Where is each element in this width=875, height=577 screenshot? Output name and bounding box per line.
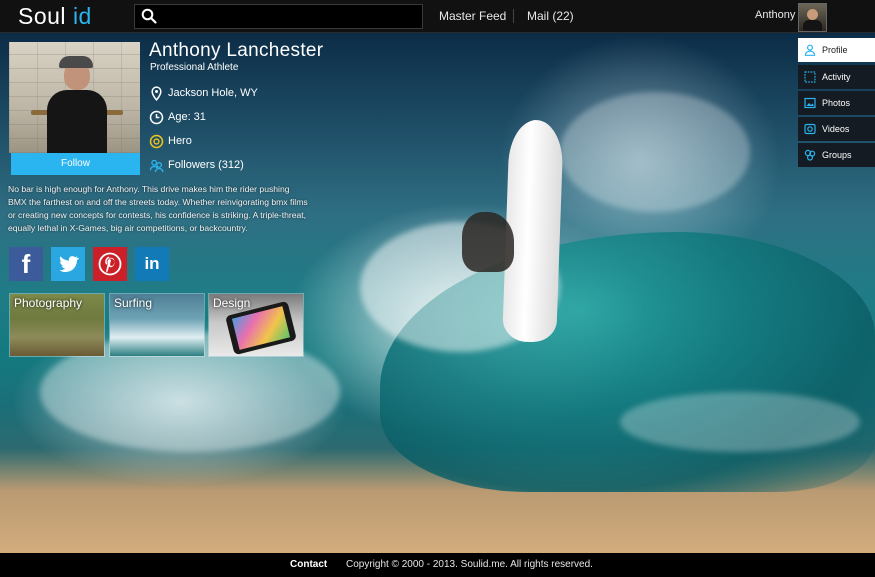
location-row: Jackson Hole, WY xyxy=(149,84,258,102)
age-text: Age: 31 xyxy=(168,111,206,123)
interest-label: Photography xyxy=(14,296,83,310)
interest-design[interactable]: Design xyxy=(208,293,304,357)
side-item-label: Profile xyxy=(822,45,848,55)
surfer xyxy=(462,212,514,272)
photos-icon xyxy=(804,97,816,109)
user-name[interactable]: Anthony xyxy=(755,9,795,21)
side-item-groups[interactable]: Groups xyxy=(798,143,875,167)
nav-master-feed[interactable]: Master Feed xyxy=(439,9,506,23)
rank-badge-icon xyxy=(149,134,164,148)
nav-divider xyxy=(513,9,514,23)
profile-photo xyxy=(9,42,140,153)
photo-cap xyxy=(59,56,93,68)
profile-role: Professional Athlete xyxy=(150,62,239,73)
avatar-body xyxy=(803,20,822,31)
side-item-label: Videos xyxy=(822,124,850,134)
rank-text: Hero xyxy=(168,135,192,147)
interest-label: Design xyxy=(213,296,251,310)
profile-bio: No bar is high enough for Anthony. This … xyxy=(8,184,308,233)
contact-link[interactable]: Contact xyxy=(290,559,327,570)
spray xyxy=(560,92,750,212)
side-item-profile[interactable]: Profile xyxy=(798,38,875,62)
search-bar[interactable] xyxy=(134,4,423,29)
copyright-text: Copyright © 2000 - 2013. Soulid.me. All … xyxy=(346,559,593,570)
facebook-button[interactable]: f xyxy=(9,247,43,281)
location-pin-icon xyxy=(151,85,162,101)
spray xyxy=(620,392,860,452)
avatar[interactable] xyxy=(798,3,827,32)
interest-photography[interactable]: Photography xyxy=(9,293,105,357)
linkedin-icon: in xyxy=(144,254,160,273)
side-item-activity[interactable]: Activity xyxy=(798,65,875,89)
groups-icon xyxy=(804,149,816,161)
side-item-label: Groups xyxy=(822,150,852,160)
avatar-head xyxy=(807,9,818,20)
linkedin-button[interactable]: in xyxy=(135,247,169,281)
side-item-photos[interactable]: Photos xyxy=(798,91,875,115)
followers-text: Followers (312) xyxy=(168,159,244,171)
facebook-icon: f xyxy=(21,248,31,279)
logo-text-soul: Soul xyxy=(18,3,67,29)
videos-icon xyxy=(804,123,816,135)
photo-body xyxy=(47,90,107,153)
pinterest-button[interactable] xyxy=(93,247,127,281)
pinterest-icon xyxy=(98,252,122,276)
user-icon xyxy=(804,44,816,56)
profile-name: Anthony Lanchester xyxy=(149,40,324,61)
side-item-videos[interactable]: Videos xyxy=(798,117,875,141)
followers-icon xyxy=(149,159,164,172)
twitter-button[interactable] xyxy=(51,247,85,281)
interest-label: Surfing xyxy=(114,296,153,310)
logo-text-id: id xyxy=(72,3,92,29)
top-bar: Soul id Master Feed Mail (22) Anthony xyxy=(0,0,875,33)
phone-screen xyxy=(231,306,291,350)
twitter-icon xyxy=(59,256,79,272)
activity-icon xyxy=(804,71,816,83)
followers-row[interactable]: Followers (312) xyxy=(149,156,244,174)
clock-icon xyxy=(149,110,164,124)
search-icon[interactable] xyxy=(141,8,157,24)
rank-row: Hero xyxy=(149,132,192,150)
interest-surfing[interactable]: Surfing xyxy=(109,293,205,357)
age-row: Age: 31 xyxy=(149,108,206,126)
follow-button[interactable]: Follow xyxy=(11,153,140,175)
logo[interactable]: Soul id xyxy=(18,3,92,30)
side-item-label: Activity xyxy=(822,72,851,82)
footer: Contact Copyright © 2000 - 2013. Soulid.… xyxy=(0,553,875,577)
nav-mail[interactable]: Mail (22) xyxy=(527,9,574,23)
location-text: Jackson Hole, WY xyxy=(168,87,258,99)
side-item-label: Photos xyxy=(822,98,851,108)
